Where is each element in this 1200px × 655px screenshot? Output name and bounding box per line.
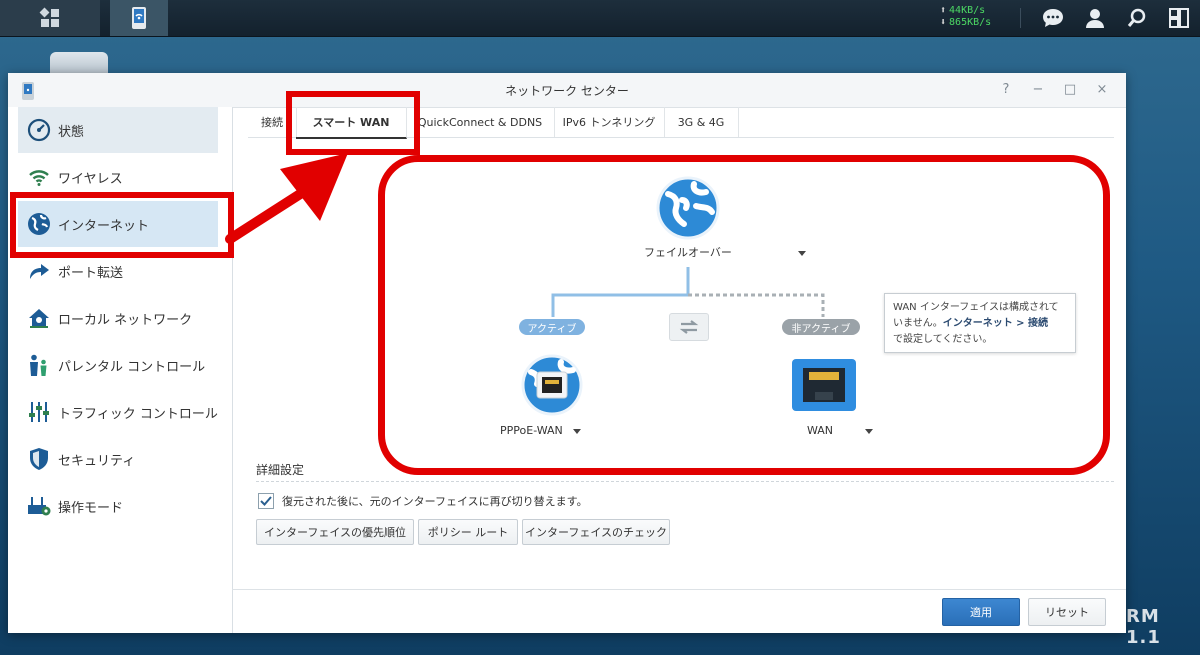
taskbar: ⬆ 44KB/s ⬇ 865KB/s xyxy=(0,0,1200,37)
network-center-app-icon[interactable] xyxy=(110,0,168,36)
desktop-watermark: RM 1.1 xyxy=(1126,606,1161,648)
network-speed: ⬆ 44KB/s ⬇ 865KB/s xyxy=(940,5,992,28)
search-icon[interactable] xyxy=(1116,0,1158,36)
main-menu-icon[interactable] xyxy=(0,0,100,36)
download-speed: 865KB/s xyxy=(949,17,992,28)
network-center-window: ネットワーク センター ? − □ × 状態 ワイヤレス インターネット ポート… xyxy=(8,73,1126,633)
widgets-icon[interactable] xyxy=(1158,0,1200,36)
user-icon[interactable] xyxy=(1074,0,1116,36)
chat-icon[interactable] xyxy=(1032,0,1074,36)
taskbar-separator xyxy=(1020,8,1021,28)
upload-speed: 44KB/s xyxy=(949,5,986,16)
annotation-arrow-icon xyxy=(225,153,348,244)
